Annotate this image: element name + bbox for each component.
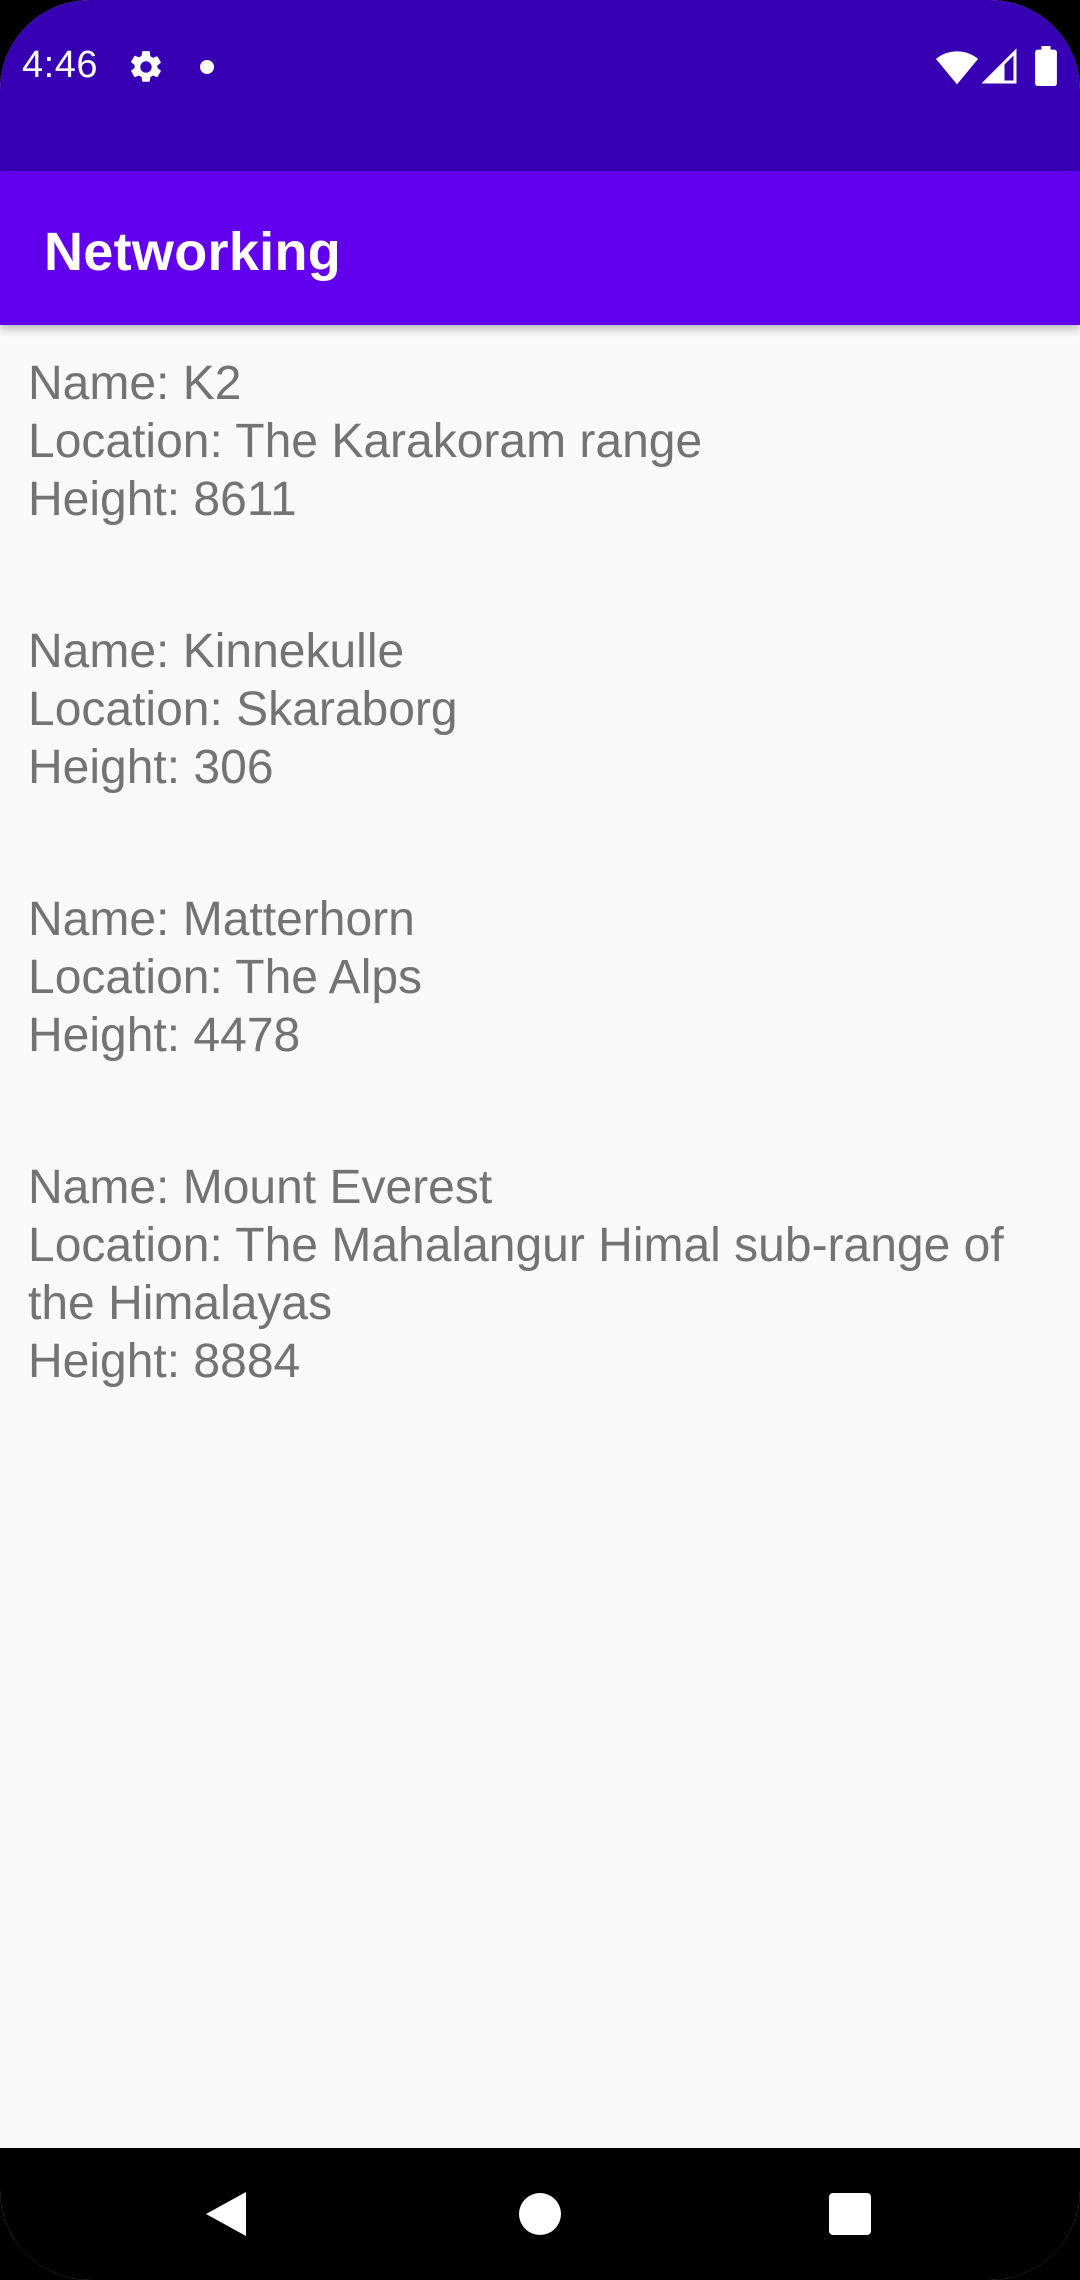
mountain-list: Name: K2 Location: The Karakoram range H…: [0, 325, 1080, 1423]
mountain-location: Location: The Alps: [28, 951, 423, 1004]
list-item-kinnekulle[interactable]: Name: Kinnekulle Location: Skaraborg Hei…: [0, 561, 1080, 829]
back-icon[interactable]: [204, 2190, 248, 2238]
mountain-height: Height: 8884: [28, 1335, 301, 1388]
list-item-matterhorn[interactable]: Name: Matterhorn Location: The Alps Heig…: [0, 829, 1080, 1097]
app-title: Networking: [44, 222, 342, 282]
mountain-height: Height: 306: [28, 741, 274, 794]
notification-dot-icon: [200, 60, 214, 74]
mountain-location: Location: The Karakoram range: [28, 415, 703, 468]
list-item-mount-everest[interactable]: Name: Mount Everest Location: The Mahala…: [0, 1097, 1080, 1423]
wifi-icon: [935, 51, 979, 85]
mountain-list-container[interactable]: Name: K2 Location: The Karakoram range H…: [0, 325, 1080, 2148]
mountain-name: Name: K2: [28, 357, 242, 410]
status-time: 4:46: [22, 44, 98, 86]
mountain-name: Name: Kinnekulle: [28, 625, 405, 678]
mountain-height: Height: 4478: [28, 1009, 301, 1062]
recents-icon[interactable]: [829, 2193, 871, 2235]
list-item-k2[interactable]: Name: K2 Location: The Karakoram range H…: [0, 325, 1080, 561]
signal-icon: [982, 48, 1017, 84]
battery-icon: [1035, 46, 1057, 86]
mountain-location: Location: Skaraborg: [28, 683, 458, 736]
mountain-location: Location: The Mahalangur Himal sub-range…: [28, 1219, 1004, 1330]
mountain-name: Name: Matterhorn: [28, 893, 415, 946]
phone-screen: 4:46 Networking Name: K2 Location: The K…: [0, 0, 1080, 2280]
mountain-name: Name: Mount Everest: [28, 1161, 493, 1214]
app-bar: Networking: [0, 171, 1080, 325]
mountain-height: Height: 8611: [28, 473, 297, 526]
gear-icon: [131, 51, 161, 82]
home-icon[interactable]: [519, 2193, 561, 2235]
status-bar: 4:46: [0, 0, 1080, 171]
navigation-bar: [0, 2148, 1080, 2280]
